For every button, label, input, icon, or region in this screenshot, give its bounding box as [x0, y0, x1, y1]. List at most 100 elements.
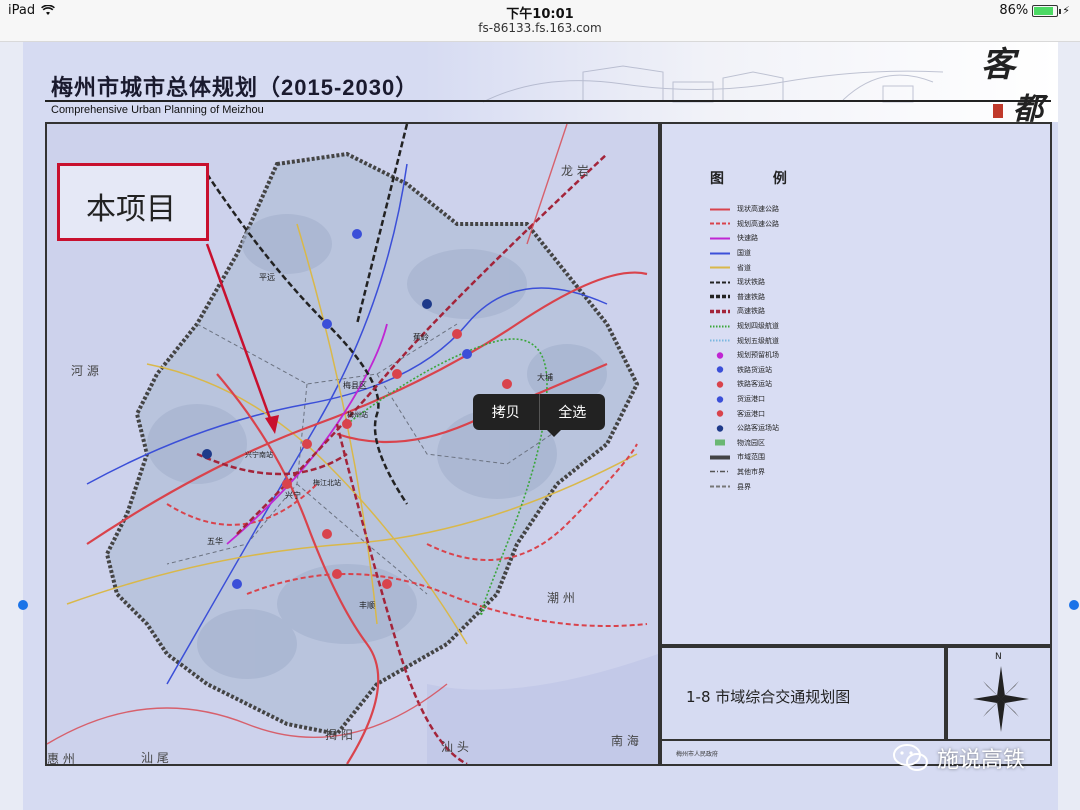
map-label-nanhai: 南 海 — [611, 734, 639, 748]
city-skyline-illustration — [482, 65, 944, 103]
map-label-xingning-south: 兴宁南站 — [245, 451, 273, 459]
legend-item: 物流园区 — [710, 436, 779, 451]
legend-item: 市域范围 — [710, 450, 779, 465]
map-label-jiaoling: 蕉岭 — [413, 333, 429, 342]
map-label-huizhou: 惠 州 — [47, 752, 75, 766]
legend-list: 现状高速公路 规划高速公路 快速路国道省道现状铁路普速铁路高速铁路规划四级航道 规划五… — [710, 202, 779, 494]
logo-top-char: 客 — [981, 45, 1015, 85]
legend-symbol-icon — [710, 366, 730, 374]
map-label-meixian: 梅县区 — [343, 381, 367, 390]
clock: 下午10:01 — [506, 7, 574, 22]
legend-symbol-icon — [710, 308, 730, 315]
legend-item: 规划五级航道 — [710, 333, 779, 348]
wechat-watermark: 施说高铁 — [893, 742, 1025, 774]
status-bar: iPad 下午10:01 fs-86133.fs.163.com 86% ⚡ — [0, 0, 1080, 42]
legend-label: 规划四级航道 — [737, 322, 779, 331]
legend-label: 市域范围 — [737, 453, 765, 462]
map-label-meijiang-north: 梅江北站 — [313, 479, 341, 487]
legend-item: 现状铁路 — [710, 275, 779, 290]
menu-pointer — [547, 430, 561, 437]
legend-panel: 图 例 现状高速公路 规划高速公路 快速路 国道 省道 现状铁路 普速铁路 高速铁路 规划四级航… — [660, 122, 1052, 646]
footer-text: 梅州市人民政府 — [676, 751, 719, 758]
legend-item: 省道 — [710, 260, 779, 275]
legend-item: 普速铁路 — [710, 290, 779, 305]
legend-symbol-icon — [710, 468, 730, 475]
map-title-box: 1-8 市域综合交通规划图 — [660, 646, 946, 741]
legend-item: 公路客运场站 — [710, 421, 779, 436]
legend-label: 公路客运场站 — [737, 424, 779, 433]
legend-item: 规划高速公路 — [710, 217, 779, 232]
legend-item: 铁路客运站 — [710, 377, 779, 392]
map-label-dabu: 大埔 — [537, 373, 553, 382]
legend-label: 货运港口 — [737, 395, 765, 404]
legend-item: 高速铁路 — [710, 304, 779, 319]
legend-item: 货运港口 — [710, 392, 779, 407]
selection-handle-right[interactable] — [1069, 600, 1079, 610]
map-label-heyuan: 河 源 — [71, 364, 99, 378]
legend-symbol-icon — [710, 220, 730, 227]
project-callout: 本项目 — [57, 163, 209, 241]
legend-symbol-icon — [710, 410, 730, 417]
map-label-meizhou-station: 梅州站 — [347, 411, 368, 419]
legend-label: 规划高速公路 — [737, 219, 779, 228]
legend-label: 规划五级航道 — [737, 336, 779, 345]
battery-percent: 86% — [999, 3, 1029, 18]
map-label-pingyuan: 平远 — [259, 273, 275, 282]
map-label-chaozhou: 潮 州 — [547, 591, 575, 605]
status-right: 86% ⚡ — [999, 3, 1070, 18]
legend-label: 普速铁路 — [737, 292, 765, 301]
legend-label: 铁路货运站 — [737, 365, 772, 374]
copy-button[interactable]: 拷贝 — [473, 394, 539, 430]
legend-item: 现状高速公路 — [710, 202, 779, 217]
compass-rose-icon — [973, 666, 1029, 732]
legend-symbol-icon — [710, 483, 730, 490]
legend-item: 其他市界 — [710, 465, 779, 480]
select-all-button[interactable]: 全选 — [538, 394, 606, 430]
watermark-text: 施说高铁 — [937, 748, 1026, 773]
legend-label: 县界 — [737, 482, 751, 491]
legend-symbol-icon — [710, 250, 730, 257]
legend-label: 物流园区 — [737, 438, 765, 447]
banner-background — [423, 42, 1058, 122]
legend-item: 客运港口 — [710, 406, 779, 421]
wechat-icon — [893, 744, 928, 771]
project-callout-text: 本项目 — [86, 192, 176, 227]
address-url[interactable]: fs-86133.fs.163.com — [0, 21, 1080, 35]
map-label-jieyang: 揭 阳 — [325, 728, 353, 742]
legend-label: 高速铁路 — [737, 307, 765, 316]
map-label-fengshun: 丰顺 — [359, 601, 375, 610]
map-label-wuhua: 五华 — [207, 537, 223, 546]
legend-symbol-icon — [710, 395, 730, 403]
legend-label: 快速路 — [737, 234, 758, 243]
legend-symbol-icon — [710, 323, 730, 330]
legend-symbol-icon — [710, 454, 730, 461]
legend-item: 县界 — [710, 479, 779, 494]
legend-label: 现状铁路 — [737, 278, 765, 287]
selection-handle-left[interactable] — [18, 600, 28, 610]
legend-symbol-icon — [710, 439, 730, 446]
legend-label: 现状高速公路 — [737, 205, 779, 214]
legend-item: 快速路 — [710, 231, 779, 246]
legend-symbol-icon — [710, 381, 730, 388]
map-label-longyan: 龙 岩 — [561, 164, 589, 178]
charging-bolt-icon: ⚡ — [1062, 4, 1070, 17]
legend-label: 省道 — [737, 263, 751, 272]
legend-symbol-icon — [710, 279, 730, 286]
title-divider — [45, 100, 1051, 102]
legend-symbol-icon — [710, 264, 730, 271]
map-title: 1-8 市域综合交通规划图 — [686, 688, 851, 706]
legend-symbol-icon — [710, 425, 730, 432]
battery-icon — [1032, 4, 1062, 17]
legend-item: 国道 — [710, 246, 779, 261]
red-seal — [993, 104, 1003, 118]
legend-symbol-icon — [710, 293, 730, 300]
text-selection-menu: 拷贝 全选 — [473, 394, 605, 430]
legend-label: 规划预留机场 — [737, 351, 779, 360]
map-poster: 梅州市城市总体规划（2015-2030） Comprehensive Urban… — [23, 42, 1058, 810]
compass-north-label: N — [995, 652, 1002, 662]
map-label-shanwei: 汕 尾 — [141, 751, 169, 765]
legend-item: 规划预留机场 — [710, 348, 779, 363]
legend-label: 铁路客运站 — [737, 380, 772, 389]
legend-item: 铁路货运站 — [710, 363, 779, 378]
compass-box: N — [946, 646, 1052, 741]
